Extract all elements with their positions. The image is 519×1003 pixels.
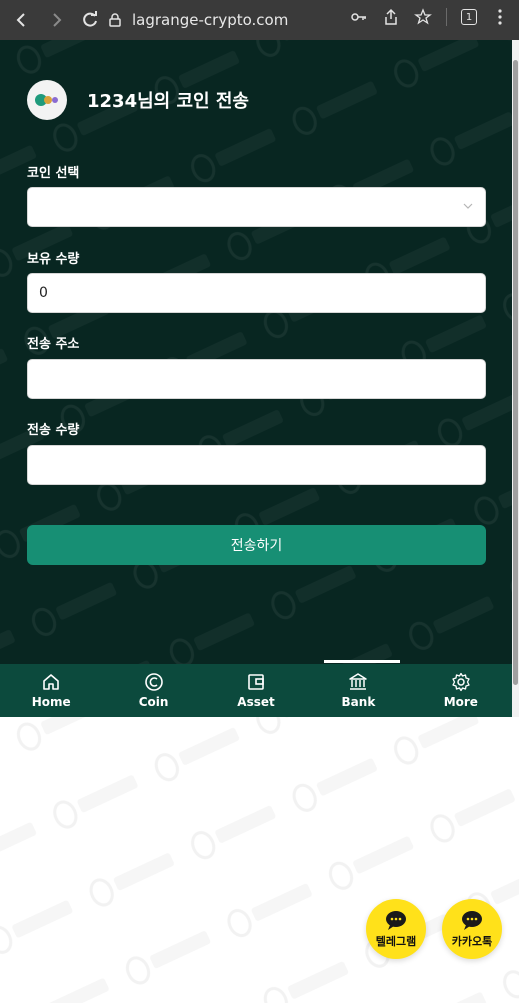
telegram-label: 텔레그램: [375, 935, 417, 948]
telegram-chat-button[interactable]: 텔레그램: [366, 899, 426, 959]
kakaotalk-chat-button[interactable]: 카카오톡: [442, 899, 502, 959]
nav-home-label: Home: [31, 695, 71, 709]
scrollbar-thumb[interactable]: [513, 60, 518, 685]
coin-select[interactable]: [27, 187, 486, 227]
watermark-pattern: [0, 40, 512, 664]
bank-icon: [349, 673, 368, 690]
url-text: lagrange-crypto.com: [132, 11, 289, 29]
chat-bubble-icon: [462, 911, 482, 930]
bottom-navigation: Home Coin Asset Bank More: [0, 660, 512, 717]
address-input[interactable]: [27, 359, 486, 399]
key-icon[interactable]: [350, 8, 368, 26]
chevron-down-icon: [463, 203, 473, 209]
back-arrow-icon: [16, 13, 25, 27]
home-icon: [43, 674, 60, 690]
wallet-icon: [248, 674, 264, 690]
page-header: 1234님의 코인 전송: [27, 80, 249, 120]
nav-bank-label: Bank: [341, 695, 376, 709]
coin-icon: [144, 673, 163, 691]
coin-select-label: 코인 선택: [27, 166, 80, 181]
reload-icon: [83, 11, 97, 27]
nav-coin[interactable]: Coin: [102, 664, 204, 717]
browser-toolbar: lagrange-crypto.com 1: [0, 0, 519, 40]
nav-asset[interactable]: Asset: [205, 664, 307, 717]
nav-coin-label: Coin: [138, 695, 169, 709]
page-scrollbar[interactable]: [512, 40, 519, 717]
amount-input[interactable]: [27, 445, 486, 485]
nav-asset-label: Asset: [237, 695, 275, 709]
back-button[interactable]: [8, 6, 36, 34]
reload-button[interactable]: [76, 6, 104, 34]
forward-button[interactable]: [42, 6, 70, 34]
balance-label: 보유 수량: [27, 252, 80, 267]
forward-arrow-icon: [53, 13, 62, 27]
site-info-icon[interactable]: [108, 13, 122, 27]
page-title: 1234님의 코인 전송: [87, 91, 249, 112]
lagrange-logo-icon: [35, 94, 58, 106]
coin-transfer-screen: 1234님의 코인 전송 코인 선택 보유 수량 0 전송 주소 전송 수량 전…: [0, 40, 512, 664]
kakaotalk-label: 카카오톡: [451, 935, 493, 948]
bookmark-star-icon[interactable]: [414, 8, 432, 26]
gear-icon: [452, 672, 470, 692]
toolbar-divider: [446, 8, 447, 26]
nav-bank[interactable]: Bank: [307, 660, 409, 717]
chat-bubble-icon: [386, 911, 406, 930]
share-icon[interactable]: [382, 8, 400, 26]
nav-home[interactable]: Home: [0, 664, 102, 717]
address-label: 전송 주소: [27, 337, 80, 352]
balance-field[interactable]: 0: [27, 273, 486, 313]
brand-logo: [27, 80, 67, 120]
nav-more[interactable]: More: [410, 664, 512, 717]
watermark-pattern-lower: [0, 717, 519, 1003]
amount-label: 전송 수량: [27, 423, 80, 438]
menu-kebab-icon[interactable]: [491, 8, 509, 26]
active-tab-indicator: [324, 660, 401, 663]
send-button[interactable]: 전송하기: [27, 525, 486, 565]
tab-switcher-button[interactable]: 1: [461, 9, 477, 25]
nav-more-label: More: [443, 695, 478, 709]
